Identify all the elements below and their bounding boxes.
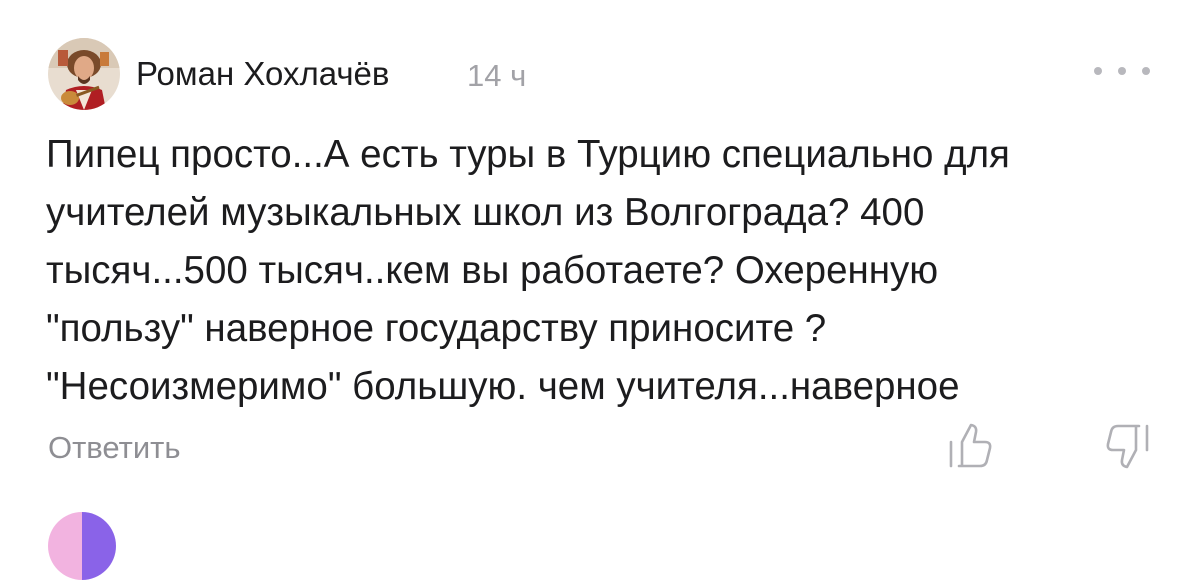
comment-text-line: учителей музыкальных школ из Волгограда?…: [46, 191, 925, 234]
comment-timestamp: 14 ч: [467, 58, 527, 93]
dot: [1118, 67, 1126, 75]
thumbs-down-icon[interactable]: [1100, 418, 1156, 474]
comment-card: Роман Хохлачёв 14 ч Пипец просто...А ест…: [0, 0, 1200, 580]
thumbs-up-icon[interactable]: [942, 418, 998, 474]
comment-text-line: "Несоизмеримо" большую. чем учителя...на…: [46, 365, 960, 408]
author-avatar[interactable]: [48, 38, 120, 110]
comment-text-line: Пипец просто...А есть туры в Турцию спец…: [46, 133, 1010, 176]
next-comment-avatar[interactable]: [48, 512, 116, 580]
comment-text-line: тысяч...500 тысяч..кем вы работаете? Охе…: [46, 249, 939, 292]
dot: [1142, 67, 1150, 75]
more-options-icon[interactable]: [1094, 56, 1150, 86]
author-name[interactable]: Роман Хохлачёв: [136, 54, 389, 94]
avatar-photo-icon: [48, 38, 120, 110]
comment-text: Пипец просто...А есть туры в Турцию спец…: [46, 126, 1166, 416]
reply-button[interactable]: Ответить: [48, 428, 181, 468]
dot: [1094, 67, 1102, 75]
comment-text-line: "пользу" наверное государству приносите …: [46, 307, 827, 350]
